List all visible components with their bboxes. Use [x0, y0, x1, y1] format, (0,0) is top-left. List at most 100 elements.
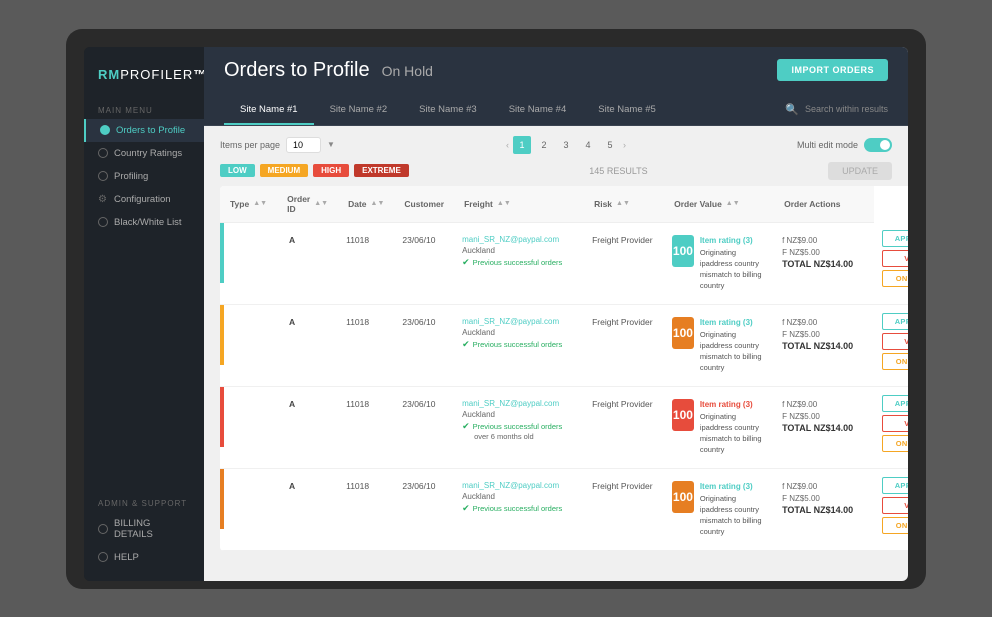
onhold-button[interactable]: ON HOLD	[882, 270, 908, 287]
cell-type: A	[277, 304, 338, 386]
cell-order-id: 11018	[338, 222, 394, 304]
col-ordervalue-sort[interactable]: Order Value ▲▼	[674, 199, 764, 209]
col-freight-label: Freight	[464, 199, 493, 209]
page-2-btn[interactable]: 2	[535, 136, 553, 154]
search-placeholder: Search within results	[805, 104, 888, 114]
tab-site3[interactable]: Site Name #3	[403, 94, 493, 125]
tab-site4[interactable]: Site Name #4	[493, 94, 583, 125]
risk-score-badge: 100	[672, 399, 694, 431]
col-type-sort[interactable]: Type ▲▼	[230, 199, 267, 209]
logo-profiler: PROFILER	[120, 67, 193, 82]
items-per-page-label: Items per page	[220, 140, 280, 150]
toolbar-row: Items per page 10 25 50 ▼ ‹ 1 2 3 4	[220, 136, 892, 154]
cell-actions: APPROVE VOID ON HOLD	[874, 304, 908, 386]
customer-email[interactable]: mani_SR_NZ@paypal.com	[462, 235, 576, 244]
onhold-button[interactable]: ON HOLD	[882, 435, 908, 452]
void-button[interactable]: VOID	[882, 497, 908, 514]
approve-button[interactable]: APPROVE	[882, 477, 908, 494]
risk-text-1: Originating ipaddress country	[700, 247, 766, 270]
value-2: F NZ$5.00	[782, 329, 866, 341]
col-risk-sort[interactable]: Risk ▲▼	[594, 199, 654, 209]
cell-order-value: f NZ$9.00 F NZ$5.00 TOTAL NZ$14.00	[774, 468, 874, 550]
risk-label: Item rating (3)	[700, 235, 766, 247]
filter-high-badge[interactable]: HIGH	[313, 164, 349, 177]
filter-medium-badge[interactable]: MEDIUM	[260, 164, 308, 177]
value-2: F NZ$5.00	[782, 247, 866, 259]
col-freight: Freight ▲▼	[454, 186, 584, 223]
cell-risk: 100 Item rating (3) Originating ipaddres…	[664, 386, 774, 468]
sidebar-item-billing-details[interactable]: BILLING DETAILS	[84, 512, 204, 546]
tab-site5[interactable]: Site Name #5	[582, 94, 672, 125]
col-date-label: Date	[348, 199, 366, 209]
cell-order-value: f NZ$9.00 F NZ$5.00 TOTAL NZ$14.00	[774, 304, 874, 386]
approve-button[interactable]: APPROVE	[882, 230, 908, 247]
col-order-id: Order ID ▲▼	[277, 186, 338, 223]
laptop-frame: RMPROFILER™ Main Menu Orders to Profile …	[66, 29, 926, 589]
approve-button[interactable]: APPROVE	[882, 313, 908, 330]
sidebar-item-label: Configuration	[114, 194, 171, 205]
void-button[interactable]: VOID	[882, 250, 908, 267]
risk-label: Item rating (3)	[700, 481, 766, 493]
orders-table-body: A 11018 23/06/10 mani_SR_NZ@paypal.com A…	[220, 222, 908, 550]
logo: RMPROFILER™	[84, 59, 204, 98]
cell-date: 23/06/10	[394, 468, 454, 550]
cell-date: 23/06/10	[394, 386, 454, 468]
risk-score-badge: 100	[672, 481, 694, 513]
order-id-value: 11018	[338, 223, 388, 257]
approve-button[interactable]: APPROVE	[882, 395, 908, 412]
sidebar-item-help[interactable]: HELP	[84, 546, 204, 569]
content-area: Items per page 10 25 50 ▼ ‹ 1 2 3 4	[204, 126, 908, 581]
order-id-value: 11018	[338, 305, 388, 339]
table-row: A 11018 23/06/10 mani_SR_NZ@paypal.com A…	[220, 468, 908, 550]
col-customer-label: Customer	[404, 199, 444, 209]
filter-extreme-badge[interactable]: EXTREME	[354, 164, 409, 177]
sidebar-item-black-white-list[interactable]: Black/White List	[84, 211, 204, 234]
void-button[interactable]: VOID	[882, 415, 908, 432]
customer-city: Auckland	[462, 410, 576, 419]
prev-page-btn[interactable]: ‹	[506, 140, 509, 150]
cell-freight: Freight Provider	[584, 222, 664, 304]
cell-type: A	[277, 386, 338, 468]
col-customer: Customer	[394, 186, 454, 223]
customer-email[interactable]: mani_SR_NZ@paypal.com	[462, 481, 576, 490]
col-customer-sort[interactable]: Customer	[404, 199, 444, 209]
sidebar-item-profiling[interactable]: Profiling	[84, 165, 204, 188]
cell-risk: 100 Item rating (3) Originating ipaddres…	[664, 222, 774, 304]
customer-email[interactable]: mani_SR_NZ@paypal.com	[462, 399, 576, 408]
sidebar-item-orders-to-profile[interactable]: Orders to Profile	[84, 119, 204, 142]
page-1-btn[interactable]: 1	[513, 136, 531, 154]
col-date-sort[interactable]: Date ▲▼	[348, 199, 384, 209]
sidebar-item-label: Orders to Profile	[116, 125, 185, 136]
cell-type: A	[277, 222, 338, 304]
sidebar-item-country-ratings[interactable]: Country Ratings	[84, 142, 204, 165]
filter-low-badge[interactable]: LOW	[220, 164, 255, 177]
void-button[interactable]: VOID	[882, 333, 908, 350]
tab-site2[interactable]: Site Name #2	[314, 94, 404, 125]
customer-info: mani_SR_NZ@paypal.com Auckland ✔Previous…	[454, 469, 584, 526]
page-3-btn[interactable]: 3	[557, 136, 575, 154]
cell-actions: APPROVE VOID ON HOLD	[874, 386, 908, 468]
multi-edit-toggle[interactable]	[864, 138, 892, 152]
sidebar-item-configuration[interactable]: ⚙ Configuration	[84, 188, 204, 211]
tab-site1[interactable]: Site Name #1	[224, 94, 314, 125]
table-row: A 11018 23/06/10 mani_SR_NZ@paypal.com A…	[220, 386, 908, 468]
customer-email[interactable]: mani_SR_NZ@paypal.com	[462, 317, 576, 326]
col-freight-sort[interactable]: Freight ▲▼	[464, 199, 574, 209]
page-4-btn[interactable]: 4	[579, 136, 597, 154]
customer-info: mani_SR_NZ@paypal.com Auckland ✔Previous…	[454, 223, 584, 280]
col-orderid-sort[interactable]: Order ID ▲▼	[287, 194, 328, 214]
tabs: Site Name #1 Site Name #2 Site Name #3 S…	[224, 94, 672, 125]
risk-text-1: Originating ipaddress country	[700, 329, 766, 352]
import-orders-button[interactable]: IMPORT ORDERS	[777, 59, 888, 81]
sort-icon: ▲▼	[726, 200, 740, 207]
page-title-area: Orders to Profile On Hold	[224, 59, 433, 82]
search-icon: 🔍	[785, 103, 799, 116]
cell-freight: Freight Provider	[584, 468, 664, 550]
page-5-btn[interactable]: 5	[601, 136, 619, 154]
onhold-button[interactable]: ON HOLD	[882, 517, 908, 534]
onhold-button[interactable]: ON HOLD	[882, 353, 908, 370]
next-page-btn[interactable]: ›	[623, 140, 626, 150]
cell-customer: mani_SR_NZ@paypal.com Auckland ✔Previous…	[454, 468, 584, 550]
items-per-page-select[interactable]: 10 25 50	[286, 137, 321, 153]
update-button[interactable]: UPDATE	[828, 162, 892, 180]
